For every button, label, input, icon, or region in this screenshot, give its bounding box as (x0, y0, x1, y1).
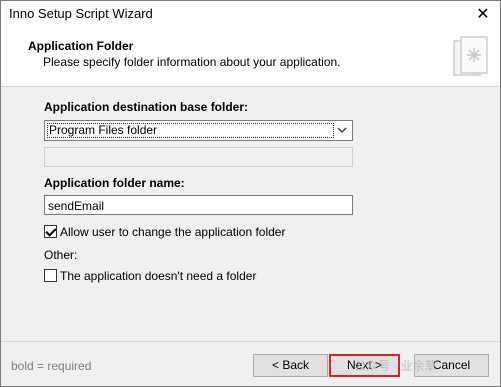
footer-divider (1, 341, 500, 342)
window-title: Inno Setup Script Wizard (9, 6, 153, 21)
wizard-document-icon (453, 36, 488, 76)
wizard-header: Application Folder Please specify folder… (1, 27, 500, 87)
base-folder-label: Application destination base folder: (44, 100, 249, 114)
title-bar: Inno Setup Script Wizard ✕ (1, 1, 500, 27)
allow-change-checkbox[interactable] (44, 225, 57, 238)
page-title: Application Folder (28, 39, 134, 53)
base-folder-select[interactable]: Program Files folder (44, 120, 353, 141)
folder-name-input[interactable]: sendEmail (44, 195, 353, 215)
chevron-down-icon (337, 127, 347, 133)
page-subtitle: Please specify folder information about … (43, 55, 341, 69)
close-icon[interactable]: ✕ (472, 4, 494, 24)
allow-change-label[interactable]: Allow user to change the application fol… (60, 225, 285, 239)
wizard-window: Inno Setup Script Wizard ✕ Application F… (0, 0, 501, 387)
no-folder-checkbox[interactable] (44, 269, 57, 282)
folder-name-label: Application folder name: (44, 176, 185, 190)
other-label: Other: (44, 248, 78, 262)
base-folder-select-value: Program Files folder (47, 123, 334, 138)
watermark-text: 公众号 · 业余草 (354, 359, 437, 373)
required-hint: bold = required (11, 359, 92, 373)
back-button[interactable]: < Back (253, 354, 328, 377)
no-folder-label[interactable]: The application doesn't need a folder (60, 269, 256, 283)
custom-base-folder-input (44, 147, 353, 167)
